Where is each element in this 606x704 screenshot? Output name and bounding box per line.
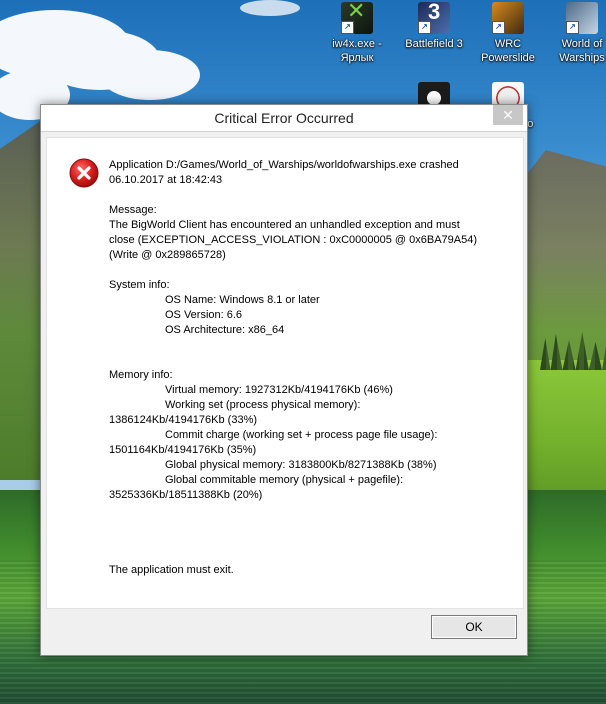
desktop-icon-iw4x[interactable]: ↗ iw4x.exe - Ярлык: [323, 2, 391, 65]
global-physical-memory: Global physical memory: 3183800Kb/827138…: [165, 459, 437, 471]
os-architecture: OS Architecture: x86_64: [165, 324, 285, 336]
global-commitable-label: Global commitable memory (physical + pag…: [165, 474, 404, 486]
crash-header: Application D:/Games/World_of_Warships/w…: [109, 159, 459, 171]
battlefield3-icon: ↗: [418, 2, 450, 34]
message-text: close (EXCEPTION_ACCESS_VIOLATION : 0xC0…: [109, 234, 478, 246]
dialog-footer: OK: [41, 611, 527, 655]
dialog-title: Critical Error Occurred: [214, 110, 354, 126]
error-details: Application D:/Games/World_of_Warships/w…: [109, 158, 509, 578]
close-icon: ✕: [502, 107, 514, 123]
desktop-icon-label: iw4x.exe - Ярлык: [332, 38, 382, 64]
critical-error-dialog: Critical Error Occurred ✕ Application D:…: [40, 104, 528, 656]
global-commitable-value: 3525336Kb/18511388Kb (20%): [109, 489, 263, 501]
message-text: (Write @ 0x289865728): [109, 249, 226, 261]
working-set-label: Working set (process physical memory):: [165, 399, 361, 411]
system-info-label: System info:: [109, 279, 170, 291]
message-label: Message:: [109, 204, 157, 216]
working-set-value: 1386124Kb/4194176Kb (33%): [109, 414, 258, 426]
wallpaper-cloud: [100, 50, 200, 100]
ok-button[interactable]: OK: [431, 615, 517, 639]
desktop-icon-label: WRC Powerslide: [481, 38, 535, 64]
desktop-icon-wrc[interactable]: ↗ WRC Powerslide: [474, 2, 542, 65]
wallpaper-cloud: [240, 0, 300, 16]
error-icon: [69, 158, 99, 188]
wrc-icon: ↗: [492, 2, 524, 34]
crash-timestamp: 06.10.2017 at 18:42:43: [109, 174, 223, 186]
shortcut-arrow-icon: ↗: [418, 21, 431, 34]
virtual-memory: Virtual memory: 1927312Kb/4194176Kb (46%…: [165, 384, 393, 396]
shortcut-arrow-icon: ↗: [492, 21, 505, 34]
commit-charge-label: Commit charge (working set + process pag…: [165, 429, 438, 441]
desktop-icon-battlefield3[interactable]: ↗ Battlefield 3: [400, 2, 468, 51]
commit-charge-value: 1501164Kb/4194176Kb (35%): [109, 444, 257, 456]
desktop-icon-label: Battlefield 3: [405, 38, 463, 50]
world-of-warships-icon: ↗: [566, 2, 598, 34]
dialog-content: Application D:/Games/World_of_Warships/w…: [46, 137, 524, 609]
os-name: OS Name: Windows 8.1 or later: [165, 294, 320, 306]
shortcut-arrow-icon: ↗: [566, 21, 579, 34]
iw4x-icon: ↗: [341, 2, 373, 34]
close-button[interactable]: ✕: [493, 105, 523, 125]
message-text: The BigWorld Client has encountered an u…: [109, 219, 460, 231]
desktop-icon-label: World of Warships: [559, 38, 605, 64]
exit-message: The application must exit.: [109, 564, 234, 576]
os-version: OS Version: 6.6: [165, 309, 243, 321]
desktop-icon-world-of-warships[interactable]: ↗ World of Warships: [548, 2, 606, 65]
memory-info-label: Memory info:: [109, 369, 173, 381]
shortcut-arrow-icon: ↗: [341, 21, 354, 34]
dialog-titlebar[interactable]: Critical Error Occurred ✕: [41, 105, 527, 132]
wallpaper-meadow: [520, 360, 606, 500]
